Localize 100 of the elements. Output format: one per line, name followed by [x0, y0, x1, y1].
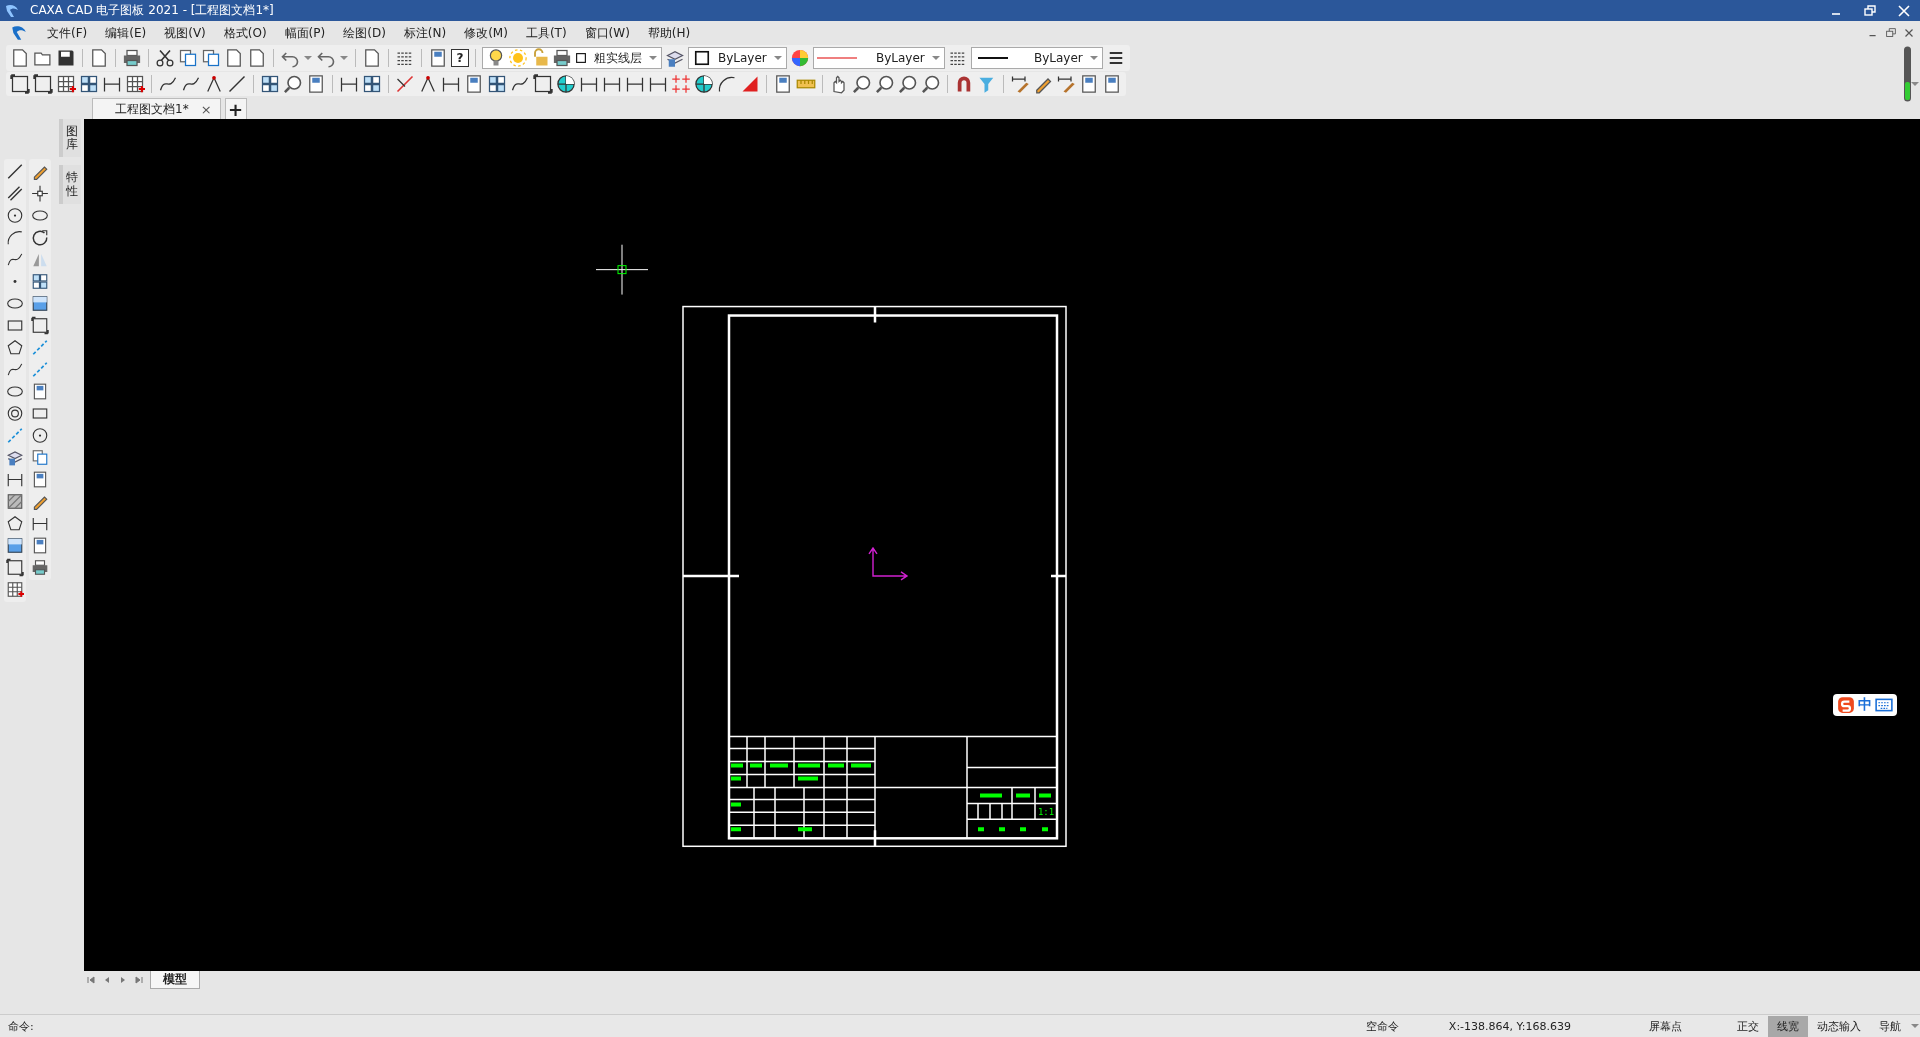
page-icon[interactable]: [89, 48, 109, 68]
table-icon[interactable]: [56, 74, 76, 94]
layers-icon[interactable]: [6, 448, 24, 467]
zoom-icon[interactable]: [283, 74, 303, 94]
status-toggle[interactable]: 线宽: [1768, 1015, 1808, 1037]
document-tab[interactable]: 工程图文档1* ×: [92, 98, 221, 119]
sheet-icon[interactable]: [31, 536, 49, 555]
first-sheet-icon[interactable]: [86, 975, 96, 985]
sheet-icon[interactable]: [464, 74, 484, 94]
menu-item[interactable]: 编辑(E): [96, 24, 156, 42]
restore-icon[interactable]: [1884, 26, 1898, 40]
dline-icon[interactable]: [6, 184, 24, 203]
sheet-icon[interactable]: [1102, 74, 1122, 94]
help-button[interactable]: ?: [451, 49, 469, 67]
sheet-tab[interactable]: 模型: [150, 971, 200, 989]
hatch-icon[interactable]: [6, 492, 24, 511]
brush-icon[interactable]: [1056, 74, 1076, 94]
grid-icon[interactable]: [487, 74, 507, 94]
move-icon[interactable]: [31, 184, 49, 203]
sheet-icon[interactable]: [428, 48, 448, 68]
rotate-icon[interactable]: [31, 228, 49, 247]
input-method-toolbar[interactable]: 中: [1833, 694, 1897, 716]
app-logo-icon[interactable]: [10, 24, 28, 42]
menu-item[interactable]: 窗口(W): [575, 24, 639, 42]
dash-icon[interactable]: [31, 360, 49, 379]
copy-icon[interactable]: [201, 48, 221, 68]
menu-item[interactable]: 修改(M): [455, 24, 517, 42]
menu-item[interactable]: 工具(T): [516, 24, 576, 42]
grid-icon[interactable]: [260, 74, 280, 94]
color-dropdown[interactable]: ByLayer: [688, 47, 787, 69]
table-icon[interactable]: [6, 580, 24, 599]
save-icon[interactable]: [56, 48, 76, 68]
printer-icon[interactable]: [31, 558, 49, 577]
menu-item[interactable]: 格式(O): [214, 24, 276, 42]
menu-item[interactable]: 标注(N): [394, 24, 456, 42]
close-icon[interactable]: [1896, 2, 1912, 19]
page-icon[interactable]: [10, 48, 30, 68]
frame-icon[interactable]: [533, 74, 553, 94]
linetype-dropdown[interactable]: ByLayer: [812, 47, 945, 69]
table-icon[interactable]: [125, 74, 145, 94]
quad-icon[interactable]: [556, 74, 576, 94]
restore-icon[interactable]: [1862, 2, 1878, 19]
caret-icon[interactable]: [1911, 82, 1919, 86]
quad-icon[interactable]: [694, 74, 714, 94]
menu-item[interactable]: 绘图(D): [334, 24, 395, 42]
zoom-icon[interactable]: [921, 74, 941, 94]
circle-icon[interactable]: [31, 426, 49, 445]
color-wheel-icon[interactable]: [789, 48, 810, 68]
status-toggle[interactable]: 正交: [1728, 1015, 1768, 1037]
sheet-icon[interactable]: [31, 382, 49, 401]
frame-icon[interactable]: [33, 74, 53, 94]
frame-icon[interactable]: [6, 558, 24, 577]
frame-icon[interactable]: [10, 74, 30, 94]
menu-item[interactable]: 视图(V): [155, 24, 215, 42]
ring-icon[interactable]: [6, 404, 24, 423]
gradient-icon[interactable]: [31, 294, 49, 313]
caret-icon[interactable]: [1911, 1024, 1919, 1028]
menu-item[interactable]: 帮助(H): [638, 24, 700, 42]
point-mode-button[interactable]: 屏幕点: [1649, 1018, 1682, 1034]
caret-icon[interactable]: [304, 56, 312, 60]
menu-item[interactable]: 幅面(P): [275, 24, 335, 42]
arc-icon[interactable]: [717, 74, 737, 94]
page-icon[interactable]: [247, 48, 267, 68]
grid-icon[interactable]: [79, 74, 99, 94]
scissors-icon[interactable]: [155, 48, 175, 68]
layers-icon[interactable]: [665, 48, 685, 68]
copy-icon[interactable]: [31, 448, 49, 467]
sheet-icon[interactable]: [1079, 74, 1099, 94]
brush-icon[interactable]: [1010, 74, 1030, 94]
last-sheet-icon[interactable]: [134, 975, 144, 985]
gradient-icon[interactable]: [6, 536, 24, 555]
page-icon[interactable]: [224, 48, 244, 68]
grid-icon[interactable]: [31, 272, 49, 291]
zoom-icon[interactable]: [898, 74, 918, 94]
drawing-canvas[interactable]: 1:1 中: [84, 119, 1920, 971]
new-tab-button[interactable]: +: [224, 98, 247, 119]
sheet-icon[interactable]: [773, 74, 793, 94]
status-toggle[interactable]: 导航: [1870, 1015, 1910, 1037]
zoom-icon[interactable]: [852, 74, 872, 94]
side-panel-tab[interactable]: 图库: [59, 119, 81, 158]
menu-item[interactable]: 文件(F): [38, 24, 97, 42]
frame-icon[interactable]: [31, 316, 49, 335]
layer-dropdown[interactable]: 粗实线层: [482, 47, 662, 69]
zoom-icon[interactable]: [875, 74, 895, 94]
line-icon[interactable]: [6, 162, 24, 181]
page-icon[interactable]: [362, 48, 382, 68]
sheet-icon[interactable]: [306, 74, 326, 94]
arc-icon[interactable]: [6, 228, 24, 247]
caret-icon[interactable]: [340, 56, 348, 60]
copy-icon[interactable]: [178, 48, 198, 68]
side-panel-tab[interactable]: 特性: [59, 165, 81, 204]
line-icon[interactable]: [227, 74, 247, 94]
printer-icon[interactable]: [122, 48, 142, 68]
pentagon-icon[interactable]: [6, 514, 24, 533]
circle-icon[interactable]: [6, 206, 24, 225]
lineweight-dropdown[interactable]: ByLayer: [970, 47, 1103, 69]
status-toggle[interactable]: 动态输入: [1808, 1015, 1870, 1037]
sheet-icon[interactable]: [31, 470, 49, 489]
tab-close-button[interactable]: ×: [200, 101, 212, 117]
pentagon-icon[interactable]: [6, 338, 24, 357]
